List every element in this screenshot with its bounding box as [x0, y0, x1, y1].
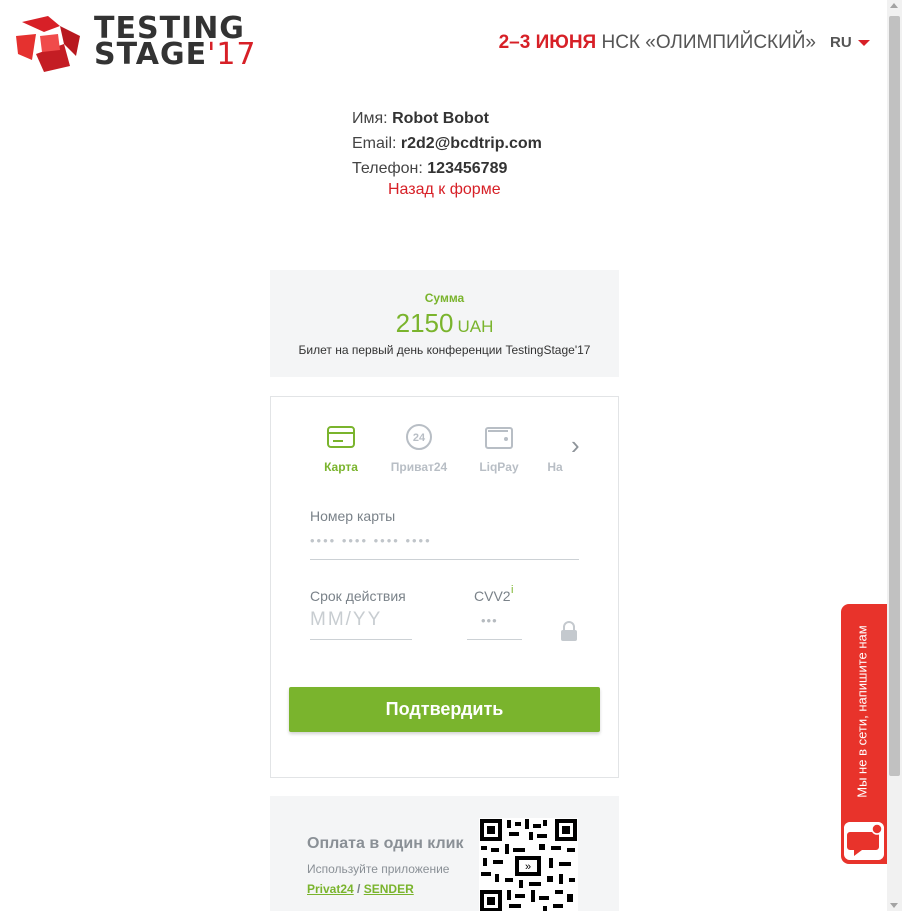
page-scrollbar[interactable]: [887, 0, 902, 911]
sum-label: Сумма: [424, 291, 465, 305]
tab-card-label: Карта: [324, 460, 358, 474]
card-number-label: Номер карты: [310, 508, 396, 524]
chat-bubble-icon[interactable]: [844, 822, 884, 860]
logo-mark-icon: [16, 16, 80, 72]
event-date: 2–3 ИЮНЯ: [498, 32, 597, 53]
privat24-icon: 24: [406, 424, 432, 450]
one-click-payment: Оплата в один клик Используйте приложени…: [270, 796, 619, 911]
chat-widget[interactable]: Мы не в сети, напишите нам: [841, 604, 887, 864]
payment-form: Карта 24 Приват24 LiqPay На › Номер карт…: [270, 396, 619, 778]
logo-text: TESTING STAGE'17: [94, 14, 257, 70]
privat24-link[interactable]: Privat24: [307, 882, 354, 896]
tab-more-label: На: [547, 460, 563, 474]
cvv-underline: [467, 639, 522, 640]
name-row: Имя: Robot Bobot: [352, 106, 542, 131]
event-venue: НСК «ОЛИМПИЙСКИЙ»: [601, 32, 816, 53]
logo-line2: STAGE: [94, 37, 208, 72]
back-to-form-link[interactable]: Назад к форме: [388, 181, 501, 199]
name-value: Robot Bobot: [392, 110, 489, 127]
scroll-up-icon[interactable]: [890, 3, 898, 8]
scroll-down-icon[interactable]: [890, 903, 898, 908]
event-info: 2–3 ИЮНЯ НСК «ОЛИМПИЙСКИЙ»: [499, 32, 816, 54]
expiry-input[interactable]: MM/YY: [310, 609, 382, 631]
tab-liqpay[interactable]: LiqPay: [469, 422, 529, 474]
expiry-label: Срок действия: [310, 588, 406, 604]
chat-text: Мы не в сети, напишите нам: [854, 625, 870, 798]
phone-row: Телефон: 123456789: [352, 156, 542, 181]
confirm-button[interactable]: Подтвердить: [289, 687, 600, 732]
amount-value: 2150: [395, 308, 454, 338]
one-click-links: Privat24 / SENDER: [307, 882, 414, 896]
tab-more[interactable]: На: [547, 422, 563, 474]
email-value: r2d2@bcdtrip.com: [400, 135, 542, 152]
wallet-icon: [485, 427, 513, 449]
tab-privat24-label: Приват24: [390, 460, 448, 474]
name-label: Имя:: [352, 110, 388, 127]
card-icon: [327, 426, 355, 448]
card-number-underline: [310, 559, 579, 560]
logo-year: '17: [207, 37, 257, 72]
caret-down-icon[interactable]: [858, 40, 870, 46]
cvv-label: CVV2: [474, 588, 511, 604]
sum-amount: 2150 UAH: [270, 308, 619, 339]
card-number-input[interactable]: •••• •••• •••• ••••: [310, 533, 432, 548]
tab-card[interactable]: Карта: [311, 422, 371, 474]
currency: UAH: [457, 317, 494, 336]
tab-privat24[interactable]: 24 Приват24: [389, 422, 449, 474]
cvv-info-icon[interactable]: i: [511, 584, 513, 596]
svg-text:24: 24: [413, 432, 426, 444]
tab-liqpay-label: LiqPay: [479, 460, 519, 474]
customer-info: Имя: Robot Bobot Email: r2d2@bcdtrip.com…: [352, 106, 542, 181]
email-label: Email:: [352, 135, 397, 152]
link-separator: /: [357, 882, 361, 896]
qr-code-icon[interactable]: »: [479, 818, 578, 911]
scrollbar-thumb[interactable]: [889, 16, 900, 776]
phone-label: Телефон:: [352, 160, 423, 177]
payment-description: Билет на первый день конференции Testing…: [298, 343, 591, 357]
one-click-subtitle: Используйте приложение: [307, 862, 450, 876]
one-click-title: Оплата в один клик: [307, 835, 464, 852]
language-selector[interactable]: RU: [830, 34, 852, 51]
phone-value: 123456789: [427, 160, 508, 177]
sum-box: Сумма 2150 UAH Билет на первый день конфе…: [270, 270, 619, 377]
svg-text:»: »: [525, 861, 531, 873]
expiry-underline: [310, 639, 412, 640]
sender-link[interactable]: SENDER: [364, 882, 414, 896]
logo[interactable]: TESTING STAGE'17: [14, 14, 259, 74]
cvv-input[interactable]: •••: [481, 613, 498, 628]
lock-icon: [561, 621, 577, 641]
payment-method-tabs: Карта 24 Приват24 LiqPay На: [311, 422, 563, 477]
chevron-right-icon[interactable]: ›: [571, 432, 580, 458]
email-row: Email: r2d2@bcdtrip.com: [352, 131, 542, 156]
